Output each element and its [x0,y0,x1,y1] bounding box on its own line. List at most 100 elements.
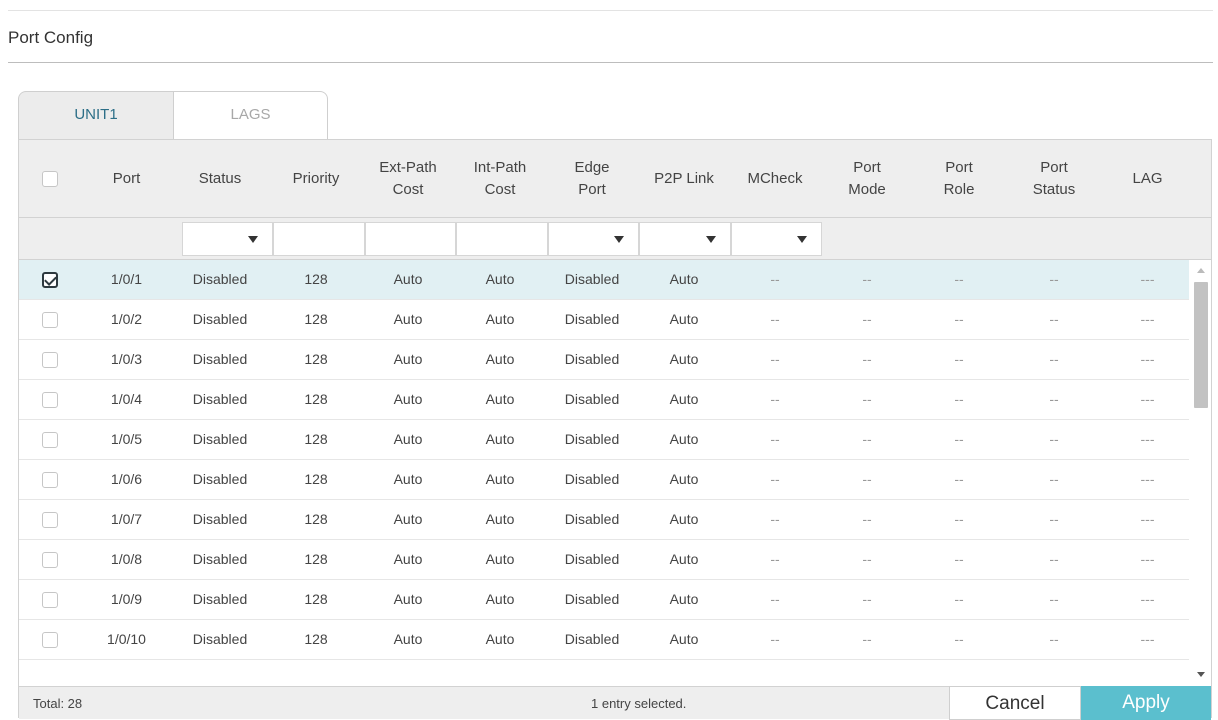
int-path-cost-filter-input[interactable] [456,222,548,256]
col-p2p-link[interactable]: P2P Link [638,140,730,217]
cell-port: 1/0/6 [110,471,143,487]
cell-ext-path-cost: Auto [393,551,423,567]
cell-int-path-cost: Auto [485,271,515,287]
cell-int-path-cost: Auto [485,431,515,447]
row-checkbox[interactable] [42,632,58,648]
edge-port-filter-select[interactable] [548,222,639,256]
table-row[interactable]: 1/0/8 Disabled 128 Auto Auto Disabled Auto -- --… [19,540,1189,580]
cell-int-path-cost: Auto [485,351,515,367]
cell-status: Disabled [192,271,248,287]
apply-button[interactable]: Apply [1081,686,1211,720]
cell-mcheck: -- [770,631,780,647]
table-row[interactable]: 1/0/6 Disabled 128 Auto Auto Disabled Auto -- --… [19,460,1189,500]
cell-edge-port: Disabled [564,591,620,607]
row-checkbox[interactable] [42,552,58,568]
col-port-mode[interactable]: Port Mode [820,140,914,217]
col-status[interactable]: Status [170,140,270,217]
cell-lag: --- [1140,311,1155,327]
row-checkbox[interactable] [42,312,58,328]
ext-path-cost-filter-input[interactable] [365,222,456,256]
cell-ext-path-cost: Auto [393,311,423,327]
col-port[interactable]: Port [83,140,170,217]
cell-int-path-cost: Auto [485,511,515,527]
cell-port-role: -- [954,511,964,527]
cell-status: Disabled [192,631,248,647]
table-row[interactable]: 1/0/5 Disabled 128 Auto Auto Disabled Auto -- --… [19,420,1189,460]
chevron-down-icon [797,236,807,243]
vertical-scrollbar[interactable] [1191,260,1211,686]
table-row[interactable]: 1/0/1 Disabled 128 Auto Auto Disabled Auto -- --… [19,260,1189,300]
cell-mcheck: -- [770,511,780,527]
col-mcheck[interactable]: MCheck [730,140,820,217]
status-filter-select[interactable] [182,222,273,256]
mcheck-filter-select[interactable] [731,222,822,256]
cell-port: 1/0/7 [110,511,143,527]
cell-p2p-link: Auto [669,391,699,407]
cell-edge-port: Disabled [564,511,620,527]
row-checkbox[interactable] [42,392,58,408]
cell-lag: --- [1140,631,1155,647]
tab-unit1[interactable]: UNIT1 [18,91,174,139]
chevron-down-icon [614,236,624,243]
col-port-role[interactable]: Port Role [914,140,1004,217]
cell-lag: --- [1140,271,1155,287]
col-port-status[interactable]: Port Status [1004,140,1104,217]
cell-lag: --- [1140,511,1155,527]
table-row[interactable]: 1/0/10 Disabled 128 Auto Auto Disabled Auto -- -… [19,620,1189,660]
row-checkbox[interactable] [42,432,58,448]
chevron-down-icon [248,236,258,243]
col-lag[interactable]: LAG [1104,140,1191,217]
scroll-down-icon[interactable] [1197,672,1205,677]
cell-mcheck: -- [770,551,780,567]
col-priority[interactable]: Priority [270,140,362,217]
row-checkbox[interactable] [42,592,58,608]
col-edge-port[interactable]: Edge Port [546,140,638,217]
cell-ext-path-cost: Auto [393,271,423,287]
cell-port-role: -- [954,431,964,447]
scroll-up-icon[interactable] [1197,268,1205,273]
tab-lags[interactable]: LAGS [173,91,328,139]
cell-lag: --- [1140,591,1155,607]
cell-lag: --- [1140,431,1155,447]
cancel-button[interactable]: Cancel [949,686,1081,720]
cell-port-role: -- [954,591,964,607]
cell-lag: --- [1140,391,1155,407]
cell-p2p-link: Auto [669,511,699,527]
table-row[interactable]: 1/0/7 Disabled 128 Auto Auto Disabled Auto -- --… [19,500,1189,540]
cell-priority: 128 [304,311,328,327]
cell-p2p-link: Auto [669,591,699,607]
cell-priority: 128 [304,631,328,647]
cell-ext-path-cost: Auto [393,631,423,647]
cell-port: 1/0/4 [110,391,143,407]
cell-status: Disabled [192,431,248,447]
row-checkbox[interactable] [42,352,58,368]
cell-p2p-link: Auto [669,431,699,447]
col-ext-path-cost[interactable]: Ext-Path Cost [362,140,454,217]
table-row[interactable]: 1/0/9 Disabled 128 Auto Auto Disabled Auto -- --… [19,580,1189,620]
cell-priority: 128 [304,391,328,407]
cell-status: Disabled [192,551,248,567]
scrollbar-thumb[interactable] [1194,282,1208,408]
cell-priority: 128 [304,591,328,607]
col-int-path-cost[interactable]: Int-Path Cost [454,140,546,217]
cell-port-status: -- [1049,551,1059,567]
row-checkbox[interactable] [42,512,58,528]
row-checkbox[interactable] [42,272,58,288]
table-row[interactable]: 1/0/4 Disabled 128 Auto Auto Disabled Auto -- --… [19,380,1189,420]
row-checkbox[interactable] [42,472,58,488]
cell-mcheck: -- [770,311,780,327]
priority-filter-input[interactable] [273,222,365,256]
cell-port-status: -- [1049,511,1059,527]
cell-p2p-link: Auto [669,551,699,567]
table-row[interactable]: 1/0/3 Disabled 128 Auto Auto Disabled Auto -- --… [19,340,1189,380]
cell-mcheck: -- [770,591,780,607]
cell-status: Disabled [192,591,248,607]
p2p-link-filter-select[interactable] [639,222,731,256]
cell-mcheck: -- [770,391,780,407]
total-count: Total: 28 [33,696,83,711]
cell-port: 1/0/5 [110,431,143,447]
select-all-checkbox[interactable] [42,171,58,187]
table-body: 1/0/1 Disabled 128 Auto Auto Disabled Auto -- --… [19,260,1211,686]
cell-port: 1/0/10 [107,631,146,647]
table-row[interactable]: 1/0/2 Disabled 128 Auto Auto Disabled Auto -- --… [19,300,1189,340]
